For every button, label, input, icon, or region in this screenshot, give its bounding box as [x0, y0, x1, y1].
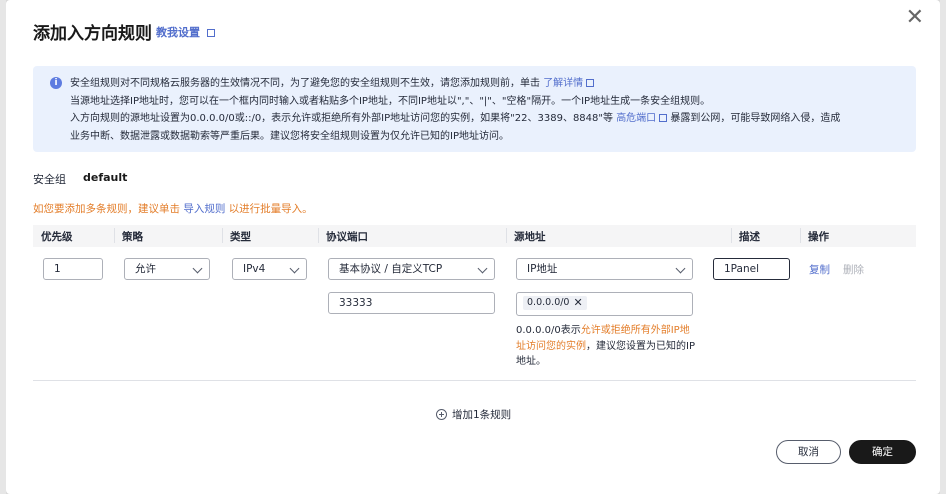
protocol-value: 基本协议 / 自定义TCP [339, 263, 443, 275]
chevron-down-icon [477, 263, 488, 274]
close-icon[interactable]: ✕ [906, 7, 924, 29]
header-actions: 操作 [800, 228, 829, 244]
header-description: 描述 [731, 228, 760, 244]
source-type-select[interactable]: IP地址 [516, 258, 693, 280]
chevron-down-icon [192, 263, 203, 274]
copy-link[interactable]: 复制 [809, 262, 830, 277]
dialog-title: 添加入方向规则 [33, 24, 152, 44]
security-group-label: 安全组 [33, 173, 66, 186]
high-risk-ports-link[interactable]: 高危端口 [616, 113, 668, 124]
notice-line-1: 安全组规则对不同规格云服务器的生效情况不同，为了避免您的安全组规则不生效，请您添… [70, 75, 906, 93]
header-policy: 策略 [114, 228, 143, 244]
learn-more-label: 了解详情 [543, 78, 584, 89]
source-ip-input[interactable]: 0.0.0.0/0 ✕ [516, 292, 693, 316]
note-text: 0.0.0.0/0表示 [516, 325, 581, 336]
info-notice: i 安全组规则对不同规格云服务器的生效情况不同，为了避免您的安全组规则不生效，请… [33, 66, 916, 152]
port-input[interactable]: 33333 [328, 292, 495, 314]
delete-link[interactable]: 删除 [843, 262, 864, 277]
cancel-button[interactable]: 取消 [776, 440, 841, 464]
add-inbound-rule-dialog: 添加入方向规则 教我设置 ✕ i 安全组规则对不同规格云服务器的生效情况不同，为… [6, 0, 940, 494]
external-link-icon [586, 79, 595, 87]
priority-input[interactable]: 1 [43, 258, 103, 280]
notice-text: 入方向规则的源地址设置为0.0.0.0/0或::/0，表示允许或拒绝所有外部IP… [70, 113, 613, 124]
security-group-value: default [83, 171, 128, 184]
ok-button[interactable]: 确定 [849, 440, 916, 464]
add-rule-label: 增加1条规则 [452, 409, 512, 421]
table-header: 优先级 策略 类型 协议端口 源地址 描述 操作 [33, 225, 916, 247]
background-page-right [940, 0, 946, 494]
info-icon: i [50, 77, 62, 89]
policy-value: 允许 [135, 263, 156, 275]
notice-text: 暴露到公网，可能导致网络入侵，造成 [670, 113, 841, 124]
divider [33, 380, 916, 381]
import-rules-link[interactable]: 导入规则 [183, 203, 225, 215]
header-protocol-port: 协议端口 [318, 228, 368, 244]
chevron-down-icon [675, 263, 686, 274]
header-source: 源地址 [506, 228, 546, 244]
add-rule-button[interactable]: 增加1条规则 [436, 407, 511, 422]
ip-tag: 0.0.0.0/0 ✕ [523, 296, 587, 310]
source-note: 0.0.0.0/0表示允许或拒绝所有外部IP地址访问您的实例，建议您设置为已知的… [516, 323, 696, 370]
type-select[interactable]: IPv4 [232, 258, 307, 280]
header-type: 类型 [222, 228, 251, 244]
header-priority: 优先级 [41, 231, 73, 243]
notice-line-3: 入方向规则的源地址设置为0.0.0.0/0或::/0，表示允许或拒绝所有外部IP… [70, 110, 906, 128]
help-link-label: 教我设置 [156, 26, 200, 39]
learn-more-link[interactable]: 了解详情 [543, 78, 595, 89]
policy-select[interactable]: 允许 [124, 258, 210, 280]
notice-line-2: 当源地址选择IP地址时，您可以在一个框内同时输入或者粘贴多个IP地址，不同IP地… [70, 95, 711, 107]
source-type-value: IP地址 [527, 263, 558, 275]
ip-tag-label: 0.0.0.0/0 [527, 297, 570, 308]
external-link-icon [207, 29, 215, 37]
notice-text: 安全组规则对不同规格云服务器的生效情况不同，为了避免您的安全组规则不生效，请您添… [70, 78, 540, 89]
protocol-select[interactable]: 基本协议 / 自定义TCP [328, 258, 495, 280]
hint-text: 如您要添加多条规则，建议单击 [33, 203, 180, 215]
description-input[interactable]: 1Panel [713, 258, 790, 280]
type-value: IPv4 [243, 263, 266, 275]
import-hint: 如您要添加多条规则，建议单击 导入规则 以进行批量导入。 [33, 201, 313, 216]
hint-text: 以进行批量导入。 [228, 203, 313, 215]
notice-line-4: 业务中断、数据泄露或数据勒索等严重后果。建议您将安全组规则设置为仅允许已知的IP… [70, 130, 509, 142]
remove-tag-icon[interactable]: ✕ [573, 296, 582, 310]
help-link[interactable]: 教我设置 [156, 24, 215, 40]
external-link-icon [659, 114, 668, 122]
plus-circle-icon [436, 409, 447, 420]
high-risk-ports-label: 高危端口 [616, 113, 657, 124]
chevron-down-icon [289, 263, 300, 274]
